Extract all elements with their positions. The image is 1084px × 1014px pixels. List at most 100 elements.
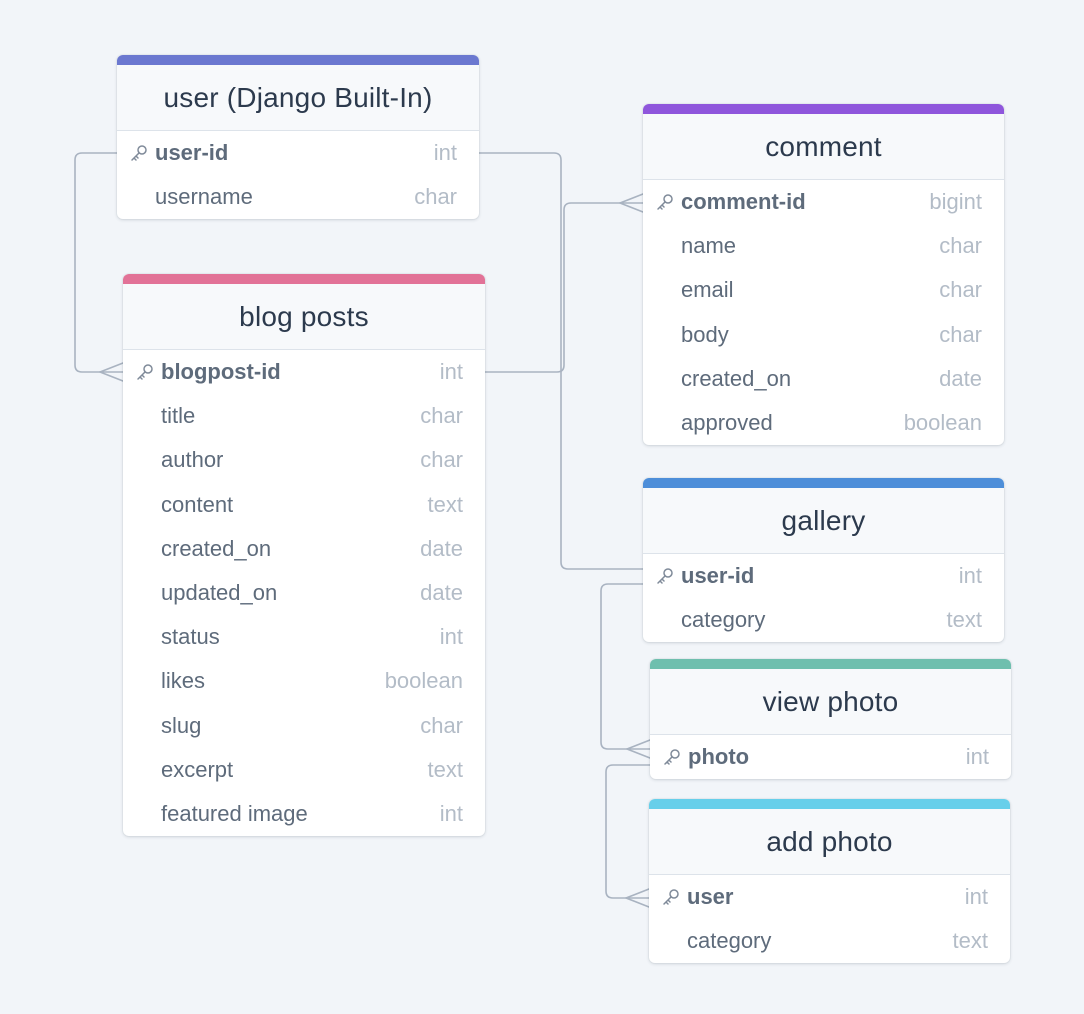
table-user[interactable]: user (Django Built-In) user-id int usern… [117, 55, 479, 220]
table-title: comment [643, 114, 1004, 180]
field-type: int [433, 140, 457, 166]
field-type: int [439, 800, 463, 826]
table-title: add photo [649, 809, 1010, 875]
field-name: comment-id [681, 189, 806, 215]
field-type: char [420, 447, 463, 473]
connector-user-to-gallery [478, 152, 644, 570]
table-blog-posts[interactable]: blog posts blogpost-id int title char au… [123, 274, 485, 837]
field-name: status [161, 624, 220, 650]
table-accent-bar [649, 799, 1010, 809]
field-name: photo [688, 744, 750, 770]
field-row[interactable]: category text [643, 598, 1004, 642]
table-accent-bar [643, 478, 1004, 488]
field-name: email [681, 277, 734, 303]
field-row[interactable]: content text [123, 483, 485, 527]
field-type: date [420, 535, 463, 561]
field-row[interactable]: status int [123, 615, 485, 659]
field-name: user-id [155, 140, 229, 166]
field-name: body [681, 321, 729, 347]
field-type: boolean [903, 410, 982, 436]
field-row[interactable]: updated_on date [123, 571, 485, 615]
field-type: boolean [384, 668, 463, 694]
field-name: excerpt [161, 756, 234, 782]
field-row[interactable]: category text [649, 919, 1010, 963]
table-gallery[interactable]: gallery user-id int category text [643, 478, 1004, 643]
field-type: text [427, 491, 463, 517]
field-type: char [414, 184, 457, 210]
field-type: char [939, 277, 982, 303]
field-name: category [681, 607, 766, 633]
field-row[interactable]: approved boolean [643, 401, 1004, 445]
field-row-primary-key[interactable]: user-id int [117, 131, 479, 175]
field-list: user-id int username char [117, 131, 479, 219]
field-type: char [939, 321, 982, 347]
field-type: text [952, 928, 988, 954]
field-name: user [687, 884, 734, 910]
field-name: user-id [681, 563, 755, 589]
table-accent-bar [643, 104, 1004, 114]
field-type: date [420, 580, 463, 606]
table-accent-bar [650, 659, 1011, 669]
field-type: int [439, 359, 463, 385]
key-icon [663, 889, 679, 905]
field-type: int [439, 624, 463, 650]
field-name: slug [161, 712, 202, 738]
key-icon [664, 749, 680, 765]
crowfoot-add-photo [625, 888, 650, 908]
field-type: char [420, 712, 463, 738]
field-row[interactable]: username char [117, 175, 479, 219]
field-name: name [681, 233, 737, 259]
field-row[interactable]: excerpt text [123, 748, 485, 792]
crowfoot-blog-posts [99, 362, 124, 382]
field-type: int [964, 884, 988, 910]
field-list: user-id int category text [643, 554, 1004, 642]
key-icon [657, 568, 673, 584]
field-type: text [427, 756, 463, 782]
table-title: gallery [643, 488, 1004, 554]
field-row-primary-key[interactable]: user-id int [643, 554, 1004, 598]
connector-blog-posts-to-comment [484, 202, 644, 373]
field-name: created_on [161, 535, 272, 561]
field-row[interactable]: created_on date [643, 357, 1004, 401]
table-comment[interactable]: comment comment-id bigint name char emai… [643, 104, 1004, 446]
field-list: comment-id bigint name char email char b… [643, 180, 1004, 445]
field-row[interactable]: body char [643, 313, 1004, 357]
field-name: content [161, 491, 234, 517]
table-title: blog posts [123, 284, 485, 350]
field-name: title [161, 403, 196, 429]
field-name: likes [161, 668, 206, 694]
field-row[interactable]: title char [123, 394, 485, 438]
field-type: char [939, 233, 982, 259]
connector-view-photo-to-add-photo [605, 764, 651, 899]
field-row[interactable]: name char [643, 224, 1004, 268]
connector-user-to-blog-posts [74, 152, 124, 373]
field-list: blogpost-id int title char author char c… [123, 350, 485, 836]
field-row[interactable]: slug char [123, 704, 485, 748]
field-row[interactable]: created_on date [123, 527, 485, 571]
field-type: int [965, 744, 989, 770]
field-row[interactable]: featured image int [123, 792, 485, 836]
table-accent-bar [123, 274, 485, 284]
field-list: user int category text [649, 875, 1010, 963]
field-type: text [946, 607, 982, 633]
field-row[interactable]: email char [643, 268, 1004, 312]
field-type: char [420, 403, 463, 429]
field-row[interactable]: likes boolean [123, 659, 485, 703]
field-row-primary-key[interactable]: comment-id bigint [643, 180, 1004, 224]
table-title: view photo [650, 669, 1011, 735]
field-name: username [155, 184, 253, 210]
table-title: user (Django Built-In) [117, 65, 479, 131]
field-row[interactable]: author char [123, 438, 485, 482]
field-row-primary-key[interactable]: user int [649, 875, 1010, 919]
crowfoot-view-photo [626, 739, 651, 759]
field-row-primary-key[interactable]: blogpost-id int [123, 350, 485, 394]
field-list: photo int [650, 735, 1011, 779]
table-add-photo[interactable]: add photo user int category text [649, 799, 1010, 964]
field-row-primary-key[interactable]: photo int [650, 735, 1011, 779]
table-accent-bar [117, 55, 479, 65]
key-icon [131, 145, 147, 161]
field-name: created_on [681, 365, 792, 391]
key-icon [657, 194, 673, 210]
field-name: blogpost-id [161, 359, 281, 385]
table-view-photo[interactable]: view photo photo int [650, 659, 1011, 780]
